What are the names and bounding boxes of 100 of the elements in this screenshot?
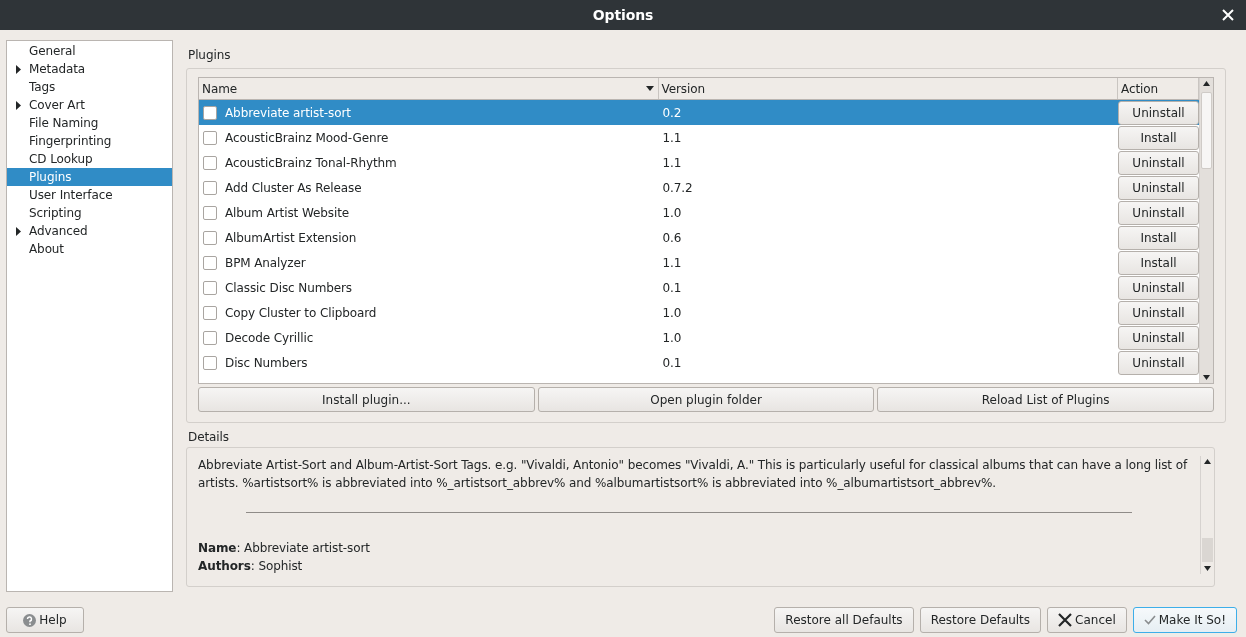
sidebar-item[interactable]: CD Lookup — [7, 150, 172, 168]
plugin-row[interactable]: AcousticBrainz Mood-Genre 1.1 Install — [199, 125, 1199, 150]
sidebar-item[interactable]: Advanced — [7, 222, 172, 240]
plugin-version: 1.0 — [662, 305, 682, 320]
plugin-name: Classic Disc Numbers — [225, 280, 352, 295]
restore-button[interactable]: Restore Defaults — [919, 607, 1042, 633]
sidebar-item[interactable]: Plugins — [7, 168, 172, 186]
column-label: Name — [202, 81, 237, 96]
plugin-version: 1.0 — [662, 205, 682, 220]
checkbox[interactable] — [203, 105, 217, 120]
action-button[interactable]: Uninstall — [1118, 200, 1199, 225]
section-label: Details — [187, 429, 230, 446]
plugin-row[interactable]: Decode Cyrillic 1.0 Uninstall — [199, 325, 1199, 350]
scrollbar-thumb[interactable] — [1201, 92, 1212, 169]
checkbox[interactable] — [203, 205, 217, 220]
scroll-up-arrow-icon[interactable] — [1203, 81, 1210, 86]
action-button[interactable]: Uninstall — [1118, 275, 1199, 300]
plugin-version: 1.0 — [662, 330, 682, 345]
detail-line: Authors: Sophist — [198, 558, 304, 575]
plugin-row[interactable]: Classic Disc Numbers 0.1 Uninstall — [199, 275, 1199, 300]
plugin-version: 0.2 — [662, 105, 682, 120]
checkbox[interactable] — [203, 280, 217, 295]
plugin-name: AcousticBrainz Tonal-Rhythm — [225, 155, 397, 170]
plugin-version: 0.1 — [662, 355, 682, 370]
checkbox[interactable] — [203, 180, 217, 195]
plugin-button[interactable]: Open plugin folder — [537, 387, 875, 412]
plugin-row[interactable]: AcousticBrainz Tonal-Rhythm 1.1 Uninstall — [199, 150, 1199, 175]
action-button[interactable]: Uninstall — [1118, 150, 1199, 175]
help-icon — [23, 613, 37, 627]
ok-button[interactable]: Make It So! — [1132, 607, 1237, 633]
action-button[interactable]: Uninstall — [1118, 325, 1199, 350]
cancel-icon — [1058, 613, 1073, 627]
expand-arrow-icon[interactable] — [15, 64, 21, 74]
sidebar-item[interactable]: General — [7, 42, 172, 60]
plugin-name: Disc Numbers — [225, 355, 308, 370]
sidebar-item[interactable]: File Naming — [7, 114, 172, 132]
checkbox[interactable] — [203, 230, 217, 245]
sidebar-item[interactable]: Fingerprinting — [7, 132, 172, 150]
restore-button[interactable]: Restore all Defaults — [774, 607, 914, 633]
column-label: Action — [1121, 81, 1158, 96]
plugin-version: 0.6 — [662, 230, 682, 245]
plugin-row[interactable]: Disc Numbers 0.1 Uninstall — [199, 350, 1199, 375]
column-label: Version — [661, 81, 705, 96]
plugin-name: Decode Cyrillic — [225, 330, 314, 345]
plugin-version: 1.1 — [662, 255, 682, 270]
detail-line: Name: Abbreviate artist-sort — [198, 540, 371, 557]
expand-arrow-icon[interactable] — [15, 100, 21, 110]
plugin-row[interactable]: BPM Analyzer 1.1 Install — [199, 250, 1199, 275]
action-button[interactable]: Uninstall — [1118, 350, 1199, 375]
expand-arrow-icon[interactable] — [15, 226, 21, 236]
sidebar-item[interactable]: User Interface — [7, 186, 172, 204]
action-button[interactable]: Install — [1118, 125, 1199, 150]
scroll-up-arrow-icon[interactable] — [1204, 459, 1211, 464]
scrollbar[interactable] — [1199, 78, 1213, 383]
action-button[interactable]: Uninstall — [1118, 100, 1199, 125]
checkbox[interactable] — [203, 305, 217, 320]
plugin-version: 0.7.2 — [662, 180, 693, 195]
sidebar-item[interactable]: Cover Art — [7, 96, 172, 114]
plugin-version: 1.1 — [662, 155, 682, 170]
plugin-name: BPM Analyzer — [225, 255, 306, 270]
scroll-down-arrow-icon[interactable] — [1204, 566, 1211, 571]
section-label: Plugins — [187, 47, 232, 64]
plugin-button[interactable]: Install plugin... — [198, 387, 535, 412]
sidebar-item[interactable]: Tags — [7, 78, 172, 96]
check-icon — [1143, 615, 1156, 625]
checkbox[interactable] — [203, 355, 217, 370]
checkbox[interactable] — [203, 155, 217, 170]
cancel-button[interactable]: Cancel — [1047, 607, 1127, 633]
sidebar-item[interactable]: Scripting — [7, 204, 172, 222]
action-button[interactable]: Install — [1118, 225, 1199, 250]
plugin-name: Abbreviate artist-sort — [225, 105, 351, 120]
plugin-button[interactable]: Reload List of Plugins — [877, 387, 1214, 412]
close-icon[interactable] — [1222, 9, 1234, 21]
plugin-version: 1.1 — [662, 130, 682, 145]
plugin-row[interactable]: Abbreviate artist-sort 0.2 Uninstall — [199, 100, 1199, 125]
action-button[interactable]: Install — [1118, 250, 1199, 275]
scroll-down-arrow-icon[interactable] — [1203, 375, 1210, 380]
plugin-name: Album Artist Website — [225, 205, 350, 220]
scrollbar-thumb[interactable] — [1202, 538, 1213, 562]
plugin-version: 0.1 — [662, 280, 682, 295]
scrollbar[interactable] — [1200, 456, 1214, 574]
plugin-name: AlbumArtist Extension — [225, 230, 357, 245]
plugin-row[interactable]: Album Artist Website 1.0 Uninstall — [199, 200, 1199, 225]
checkbox[interactable] — [203, 330, 217, 345]
help-button[interactable]: Help — [6, 607, 84, 633]
window-title: Options — [592, 7, 654, 23]
sidebar-item[interactable]: Metadata — [7, 60, 172, 78]
plugin-name: Add Cluster As Release — [225, 180, 362, 195]
plugin-row[interactable]: Copy Cluster to Clipboard 1.0 Uninstall — [199, 300, 1199, 325]
action-button[interactable]: Uninstall — [1118, 175, 1199, 200]
plugin-name: Copy Cluster to Clipboard — [225, 305, 377, 320]
plugin-description: Abbreviate Artist-Sort and Album-Artist-Sort Tags. e.g. "Vivaldi, Antonio" becomes "Vivaldi, A." This is particularly useful for classical albums that can have a long list of artists. %artistsort% is abbreviated into %_artistsort_abbrev% and %albumartistsort% is abbreviated into %_albumartistsort_abbrev%. — [198, 457, 1189, 492]
sort-arrow-icon[interactable] — [645, 86, 654, 91]
checkbox[interactable] — [203, 130, 217, 145]
sidebar-item[interactable]: About — [7, 240, 172, 258]
checkbox[interactable] — [203, 255, 217, 270]
action-button[interactable]: Uninstall — [1118, 300, 1199, 325]
plugin-row[interactable]: Add Cluster As Release 0.7.2 Uninstall — [199, 175, 1199, 200]
plugin-name: AcousticBrainz Mood-Genre — [225, 130, 389, 145]
plugin-row[interactable]: AlbumArtist Extension 0.6 Install — [199, 225, 1199, 250]
